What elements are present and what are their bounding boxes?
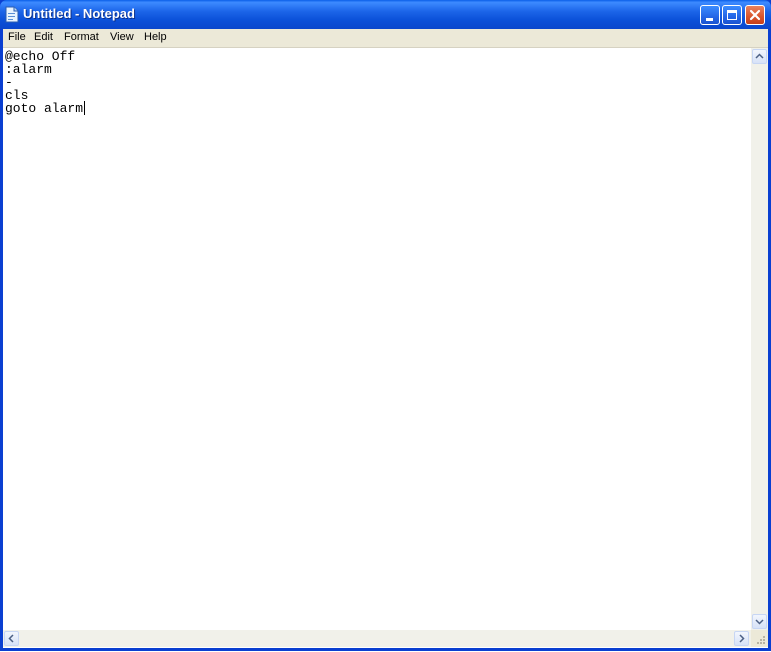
scroll-right-button[interactable] (734, 631, 749, 646)
resize-grip-icon (757, 636, 765, 644)
text-caret (84, 101, 85, 115)
menu-file[interactable]: File (5, 31, 29, 43)
minimize-icon (706, 18, 713, 21)
maximize-icon (727, 10, 737, 20)
maximize-button[interactable] (722, 5, 742, 25)
window-title: Untitled - Notepad (23, 6, 135, 21)
menu-view[interactable]: View (107, 31, 137, 43)
scroll-left-button[interactable] (4, 631, 19, 646)
scroll-up-button[interactable] (752, 49, 767, 64)
close-button[interactable] (745, 5, 765, 25)
vertical-scrollbar[interactable] (751, 48, 768, 630)
scroll-down-button[interactable] (752, 614, 767, 629)
chevron-up-icon (755, 53, 764, 59)
chevron-down-icon (755, 619, 764, 625)
notepad-icon[interactable] (5, 6, 19, 23)
menu-edit[interactable]: Edit (31, 31, 56, 43)
menu-format[interactable]: Format (61, 31, 102, 43)
menu-bar: File Edit Format View Help (3, 29, 768, 48)
horizontal-scrollbar[interactable] (3, 630, 751, 647)
editor-line: goto alarm (5, 101, 84, 116)
title-bar[interactable]: Untitled - Notepad (0, 0, 771, 29)
text-editor[interactable]: @echo Off :alarm - cls goto alarm (3, 48, 751, 630)
close-icon (749, 9, 761, 21)
menu-help[interactable]: Help (141, 31, 170, 43)
client-area: File Edit Format View Help @echo Off :al… (3, 29, 768, 648)
chevron-left-icon (8, 634, 14, 643)
notepad-window: Untitled - Notepad File Edit Format View… (0, 0, 771, 651)
size-grip[interactable] (751, 630, 768, 647)
chevron-right-icon (739, 634, 745, 643)
minimize-button[interactable] (700, 5, 720, 25)
